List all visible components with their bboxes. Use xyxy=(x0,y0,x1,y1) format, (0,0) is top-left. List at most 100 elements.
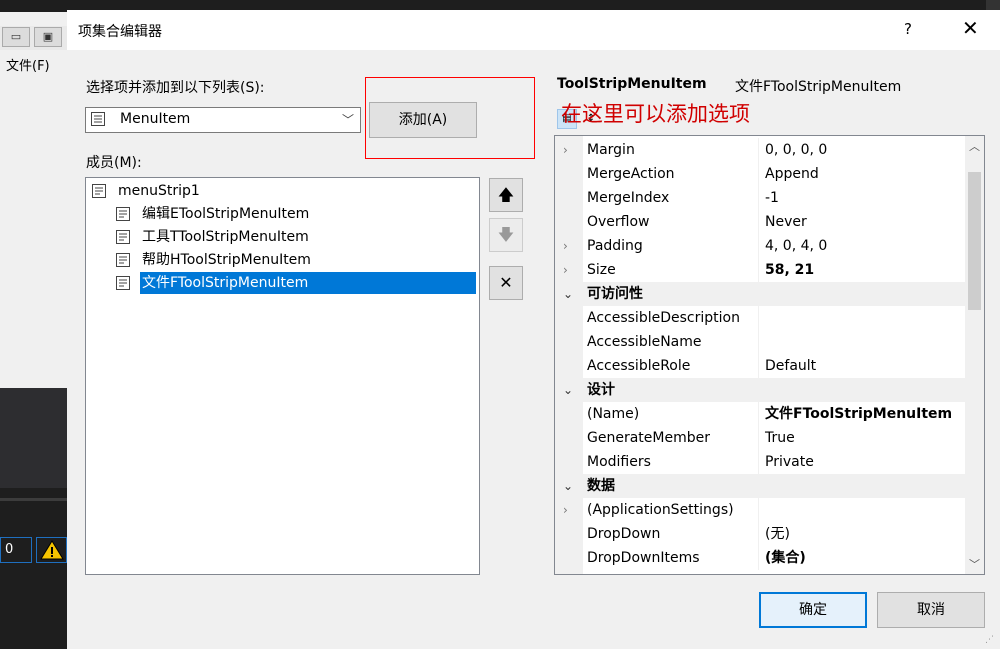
property-row[interactable]: GenerateMember True xyxy=(555,426,965,450)
remove-button[interactable]: ✕ xyxy=(489,266,523,300)
background-menu-file[interactable]: 文件(F) xyxy=(0,55,67,79)
property-row[interactable]: › Padding 4, 0, 4, 0 xyxy=(555,234,965,258)
menu-item-icon xyxy=(116,253,130,267)
expand-icon[interactable]: › xyxy=(563,258,577,282)
property-name: DropDownItems xyxy=(587,550,700,566)
delete-icon: ✕ xyxy=(499,273,513,292)
error-count: 0 xyxy=(5,542,14,557)
column-divider xyxy=(758,306,759,330)
property-name: 设计 xyxy=(587,382,615,398)
property-category[interactable]: ⌄ 可访问性 xyxy=(555,282,965,306)
help-button[interactable]: ? xyxy=(904,20,912,38)
chevron-down-icon: ﹀ xyxy=(341,113,354,127)
dialog-title: 项集合编辑器 xyxy=(78,24,162,40)
property-name: Overflow xyxy=(587,214,650,230)
column-divider xyxy=(758,546,759,570)
collapse-icon[interactable]: ⌄ xyxy=(563,378,577,402)
property-row[interactable]: MergeIndex -1 xyxy=(555,186,965,210)
property-value[interactable]: 58, 21 xyxy=(765,258,814,282)
property-row[interactable]: (Name) 文件FToolStripMenuItem xyxy=(555,402,965,426)
list-item[interactable]: 工具TToolStripMenuItem xyxy=(116,226,416,248)
property-value[interactable]: 4, 0, 4, 0 xyxy=(765,234,827,258)
background-editor xyxy=(0,388,67,488)
property-row[interactable]: › (ApplicationSettings) xyxy=(555,498,965,522)
property-category[interactable]: ⌄ 数据 xyxy=(555,474,965,498)
minimize-icon[interactable]: ▭ xyxy=(2,27,30,47)
list-item-label: 帮助HToolStripMenuItem xyxy=(142,252,311,268)
property-value[interactable]: True xyxy=(765,426,795,450)
property-row[interactable]: › Size 58, 21 xyxy=(555,258,965,282)
background-divider xyxy=(0,498,67,501)
property-name: 可访问性 xyxy=(587,286,643,302)
column-divider xyxy=(758,522,759,546)
move-up-button[interactable]: 🡅 xyxy=(489,178,523,212)
column-divider xyxy=(758,498,759,522)
property-name: AccessibleDescription xyxy=(587,310,740,326)
property-name: Size xyxy=(587,262,616,278)
property-row[interactable]: Overflow Never xyxy=(555,210,965,234)
cancel-button[interactable]: 取消 xyxy=(877,592,985,628)
close-button[interactable]: ✕ xyxy=(962,16,979,40)
property-value[interactable]: (无) xyxy=(765,522,790,546)
members-label: 成员(M): xyxy=(86,155,142,171)
restore-icon[interactable]: ▣ xyxy=(34,27,62,47)
expand-icon[interactable]: › xyxy=(563,138,577,162)
ok-button[interactable]: 确定 xyxy=(759,592,867,628)
list-item[interactable]: menuStrip1 xyxy=(92,180,292,202)
scroll-thumb[interactable] xyxy=(968,172,981,310)
property-row[interactable]: DropDown (无) xyxy=(555,522,965,546)
chevron-down-icon[interactable]: ﹀ xyxy=(969,556,980,572)
collapse-icon[interactable]: ⌄ xyxy=(563,474,577,498)
error-count-badge[interactable]: 0 xyxy=(0,537,32,563)
expand-icon[interactable]: › xyxy=(563,234,577,258)
property-value[interactable]: Never xyxy=(765,210,807,234)
property-value[interactable]: (集合) xyxy=(765,546,806,570)
collapse-icon[interactable]: ⌄ xyxy=(563,282,577,306)
property-name: GenerateMember xyxy=(587,430,710,446)
chevron-up-icon[interactable]: ︿ xyxy=(969,138,980,154)
list-item-selected[interactable]: 文件FToolStripMenuItem xyxy=(116,272,476,294)
column-divider xyxy=(758,450,759,474)
column-divider xyxy=(758,354,759,378)
property-name: Padding xyxy=(587,238,643,254)
column-divider xyxy=(758,426,759,450)
property-row[interactable]: AccessibleRole Default xyxy=(555,354,965,378)
property-value[interactable]: Append xyxy=(765,162,819,186)
column-divider xyxy=(758,258,759,282)
warning-icon[interactable] xyxy=(36,537,67,563)
property-name: (Name) xyxy=(587,406,640,422)
property-grid[interactable]: ︿ ﹀ › Margin 0, 0, 0, 0 MergeAction Append Me… xyxy=(554,135,985,575)
column-divider xyxy=(758,402,759,426)
list-item-label: menuStrip1 xyxy=(118,183,200,199)
property-row[interactable]: AccessibleDescription xyxy=(555,306,965,330)
property-value[interactable]: 文件FToolStripMenuItem xyxy=(765,402,952,426)
menu-item-icon xyxy=(116,230,130,244)
column-divider xyxy=(758,210,759,234)
property-value[interactable]: -1 xyxy=(765,186,779,210)
arrow-down-icon: 🡇 xyxy=(497,225,515,244)
expand-icon[interactable]: › xyxy=(563,498,577,522)
move-down-button[interactable]: 🡇 xyxy=(489,218,523,252)
list-item[interactable]: 帮助HToolStripMenuItem xyxy=(116,249,416,271)
list-item[interactable]: 编辑EToolStripMenuItem xyxy=(116,203,416,225)
property-row[interactable]: Modifiers Private xyxy=(555,450,965,474)
vertical-scrollbar[interactable]: ︿ ﹀ xyxy=(965,136,984,574)
property-row[interactable]: MergeAction Append xyxy=(555,162,965,186)
members-list[interactable]: menuStrip1 编辑EToolStripMenuItem 工具TToolS… xyxy=(85,177,480,575)
property-name: AccessibleName xyxy=(587,334,702,350)
property-name: Margin xyxy=(587,142,635,158)
menu-strip-icon xyxy=(92,184,106,198)
property-row[interactable]: DropDownItems (集合) xyxy=(555,546,965,570)
resize-grip-icon[interactable]: ⋰ xyxy=(985,635,994,645)
item-type-combobox[interactable]: MenuItem ﹀ xyxy=(85,107,361,133)
menu-item-icon xyxy=(91,112,105,126)
property-row[interactable]: AccessibleName xyxy=(555,330,965,354)
column-divider xyxy=(758,330,759,354)
property-value[interactable]: Private xyxy=(765,450,814,474)
property-value[interactable]: Default xyxy=(765,354,816,378)
list-item-label: 工具TToolStripMenuItem xyxy=(142,229,309,245)
property-object-name: 文件FToolStripMenuItem xyxy=(735,79,902,95)
property-row[interactable]: › Margin 0, 0, 0, 0 xyxy=(555,138,965,162)
property-category[interactable]: ⌄ 设计 xyxy=(555,378,965,402)
property-value[interactable]: 0, 0, 0, 0 xyxy=(765,138,827,162)
